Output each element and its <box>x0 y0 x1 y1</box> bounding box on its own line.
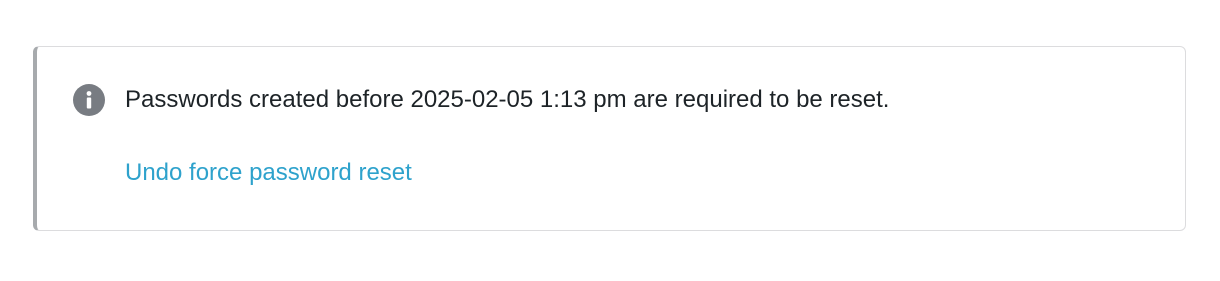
undo-force-password-reset-link[interactable]: Undo force password reset <box>125 158 412 188</box>
notice-message: Passwords created before 2025-02-05 1:13… <box>125 86 890 113</box>
password-reset-notice: Passwords created before 2025-02-05 1:13… <box>33 46 1186 231</box>
info-icon <box>73 84 105 116</box>
